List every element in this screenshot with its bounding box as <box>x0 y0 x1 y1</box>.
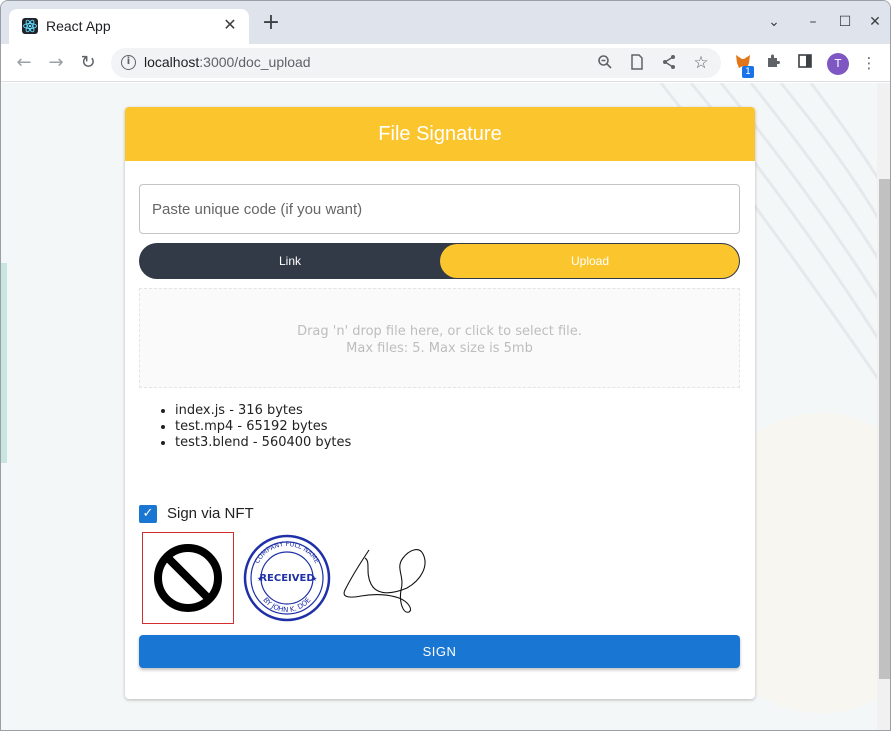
nft-label: Sign via NFT <box>167 505 254 522</box>
stamp-center-text: RECEIVED <box>259 573 314 584</box>
list-item: test.mp4 - 65192 bytes <box>175 419 351 435</box>
svg-text:BY JOHN K. DOE: BY JOHN K. DOE <box>261 596 312 614</box>
tab-bar: React App ✕ + ⌄ – ☐ ✕ <box>1 1 890 44</box>
handwritten-signature <box>343 549 426 613</box>
star-icon[interactable]: ☆ <box>692 54 710 72</box>
info-icon[interactable]: i <box>121 55 136 70</box>
browser-window: React App ✕ + ⌄ – ☐ ✕ ← → ↻ i localhost:… <box>0 0 891 731</box>
close-icon[interactable]: ✕ <box>221 16 239 34</box>
back-icon[interactable]: ← <box>13 52 35 74</box>
react-icon <box>22 18 38 34</box>
page-icon[interactable] <box>628 54 646 72</box>
signature-option-none[interactable] <box>142 532 234 624</box>
sidepanel-icon[interactable] <box>795 53 815 73</box>
signature-option-handwritten[interactable] <box>337 532 429 624</box>
extension-badge: 1 <box>742 66 754 78</box>
dropzone-limits: Max files: 5. Max size is 5mb <box>346 341 533 356</box>
link-upload-toggle[interactable]: Link Upload <box>139 243 740 279</box>
forward-icon[interactable]: → <box>45 52 67 74</box>
list-item: test3.blend - 560400 bytes <box>175 435 351 451</box>
share-icon[interactable] <box>660 54 678 72</box>
minimize-icon[interactable]: – <box>805 14 821 30</box>
zoom-icon[interactable] <box>596 54 614 72</box>
svg-text:★: ★ <box>311 575 317 583</box>
stamp-bottom-text: BY JOHN K. DOE <box>261 596 312 614</box>
signature-option-stamp[interactable]: COMPANY FULL NAME BY JOHN K. DOE RECEIVE… <box>241 532 333 624</box>
prohibited-icon <box>154 544 222 612</box>
url-text: localhost:3000/doc_upload <box>144 54 311 70</box>
more-icon[interactable]: ⋮ <box>859 53 879 73</box>
puzzle-icon[interactable] <box>763 53 783 73</box>
unique-code-input[interactable] <box>139 184 740 234</box>
reload-icon[interactable]: ↻ <box>77 52 99 74</box>
browser-tab[interactable]: React App ✕ <box>9 9 249 44</box>
card-title: File Signature <box>378 123 502 145</box>
file-signature-card: File Signature Link Upload Drag 'n' drop… <box>125 107 755 699</box>
dropzone-text: Drag 'n' drop file here, or click to sel… <box>297 324 582 339</box>
window-close-icon[interactable]: ✕ <box>867 14 883 30</box>
nft-checkbox[interactable]: ✓ <box>139 505 157 523</box>
maximize-icon[interactable]: ☐ <box>837 14 853 30</box>
page-scrollbar[interactable] <box>877 83 890 730</box>
scrollbar-thumb[interactable] <box>879 179 890 679</box>
new-tab-icon[interactable]: + <box>261 12 281 34</box>
list-item: index.js - 316 bytes <box>175 403 351 419</box>
page-background: File Signature Link Upload Drag 'n' drop… <box>1 83 877 730</box>
file-list: index.js - 316 bytes test.mp4 - 65192 by… <box>175 403 351 451</box>
toggle-link-option[interactable]: Link <box>140 244 440 278</box>
received-stamp-icon: COMPANY FULL NAME BY JOHN K. DOE RECEIVE… <box>243 534 331 622</box>
browser-toolbar: ← → ↻ i localhost:3000/doc_upload ☆ 1 T … <box>1 44 890 82</box>
decorative-edge <box>1 263 7 463</box>
sign-button[interactable]: SIGN <box>139 635 740 668</box>
svg-text:★: ★ <box>257 575 263 583</box>
card-header: File Signature <box>125 107 755 161</box>
tab-title: React App <box>46 18 111 34</box>
address-bar[interactable]: i localhost:3000/doc_upload ☆ <box>111 48 721 78</box>
profile-avatar[interactable]: T <box>827 53 849 75</box>
toggle-upload-option[interactable]: Upload <box>440 244 739 278</box>
file-dropzone[interactable]: Drag 'n' drop file here, or click to sel… <box>139 288 740 388</box>
chevron-down-icon[interactable]: ⌄ <box>766 14 782 30</box>
